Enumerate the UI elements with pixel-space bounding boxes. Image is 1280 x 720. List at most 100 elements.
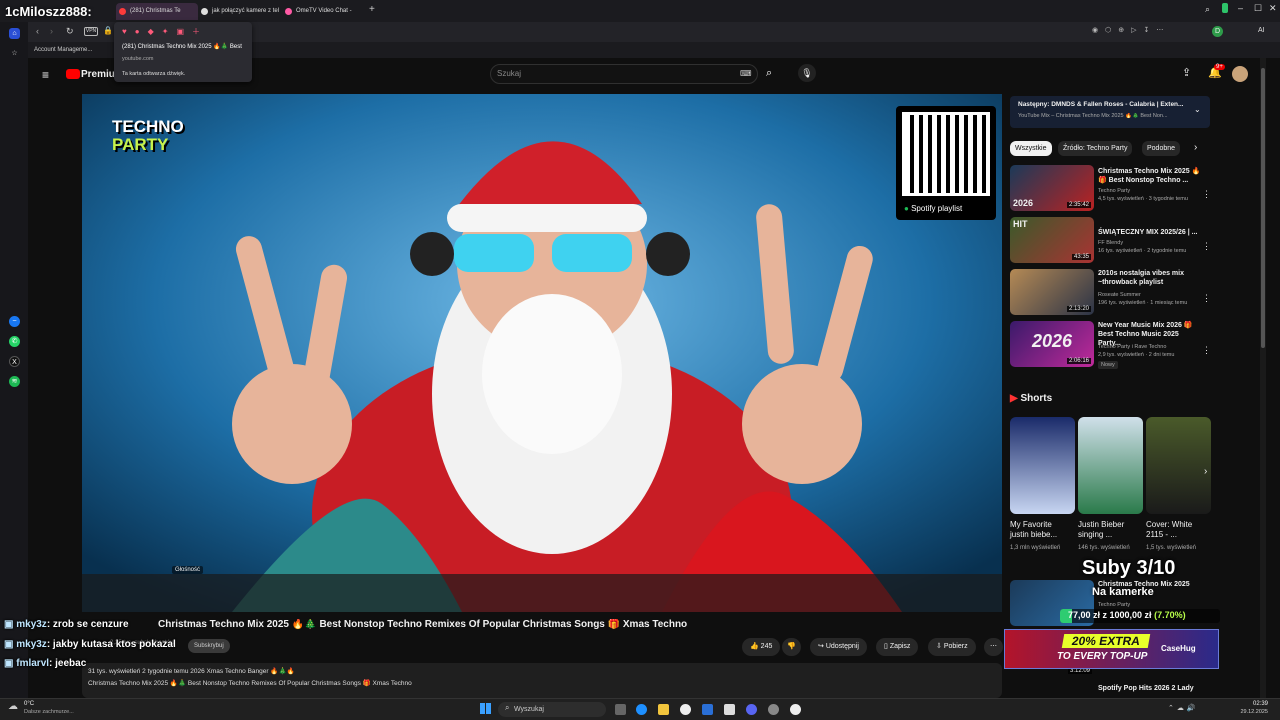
tab-label: jak połączyć kamere z tel [212,8,280,14]
chip-related[interactable]: Podobne [1142,141,1181,156]
short-title-2[interactable]: Justin Bieber singing ... [1078,520,1136,540]
file-explorer-icon[interactable] [658,704,669,715]
search-tabs-icon[interactable]: ⌕ [1205,4,1210,15]
pin-icon[interactable]: ☆ [9,48,20,59]
user-avatar[interactable] [1232,66,1248,82]
weather-desc[interactable]: Dalsze zachmurze... [24,709,74,715]
rec-thumbnail-2[interactable]: HIT 43:35 [1010,217,1094,263]
weather-temp[interactable]: 0°C [24,701,34,707]
maximize-icon[interactable]: ☐ [1254,3,1262,14]
download-button[interactable]: ⇩ Pobierz [928,638,976,656]
upload-icon[interactable]: ⇪ [1182,66,1191,79]
rec-meta-4: 2,9 tys. wyświetleń · 2 dni temu [1098,352,1175,358]
whatsapp-icon[interactable]: ✆ [9,336,20,347]
rec-meta-2: 16 tys. wyświetleń · 2 tygodnie temu [1098,248,1187,254]
short-thumbnail-2[interactable] [1078,417,1143,514]
subscribe-button[interactable]: Subskrybuj [188,639,230,653]
home-icon[interactable]: ⌂ [9,28,20,39]
messenger-icon[interactable]: ~ [9,316,20,327]
minimize-icon[interactable]: – [1238,3,1243,13]
edge-icon[interactable] [636,704,647,715]
voice-search-mic-icon[interactable]: 🎙 [798,64,816,82]
more-actions-icon[interactable]: ⋯ [984,638,1003,656]
rec-thumbnail-4[interactable]: 2026 2:06:16 [1010,321,1094,367]
rec-title-2[interactable]: ŚWIĄTECZNY MIX 2025/26 | ... [1098,228,1202,237]
store-icon[interactable] [702,704,713,715]
keyboard-icon[interactable]: ⌨ [740,69,752,78]
chat-user: fmlarvl [16,658,50,669]
chip-all[interactable]: Wszystkie [1010,141,1052,156]
tab-youtube-active[interactable]: (281) Christmas Te [116,3,198,20]
menu-hamburger-icon[interactable]: ≡ [42,68,49,82]
opera-icon[interactable] [680,704,691,715]
forward-icon[interactable]: › [50,26,53,36]
dislike-button[interactable]: 👎 [782,638,801,656]
rec-title-1[interactable]: Christmas Techno Mix 2025 🔥🎁 Best Nonsto… [1098,167,1202,185]
taskbar-date[interactable]: 29.12.2025 [1228,709,1268,715]
thumbs-down-icon: 👎 [787,643,796,650]
rec-meta-3: 196 tys. wyświetleń · 1 miesiąc temu [1098,300,1188,306]
ometv-favicon-icon [285,8,292,15]
tab-camera-search[interactable]: jak połączyć kamere z tel [198,3,280,20]
video-player[interactable]: TECHNO PARTY ● Spotify playlist Głośność [82,94,1002,612]
discord-icon[interactable] [746,704,757,715]
taskbar-search-input[interactable]: Wyszukaj [498,702,606,717]
youtube-page: ≡ Premium Szukaj ⌨ ⌕ 🎙 ⇪ 🔔 9+ TECHNO PAR… [28,58,1266,698]
chip-source[interactable]: Źródło: Techno Party [1058,141,1133,156]
taskbar-time[interactable]: 02:39 [1228,701,1268,707]
short-title-1[interactable]: My Favorite justin biebe... [1010,520,1068,540]
system-tray-icons[interactable]: ⌃☁🔊 [1168,704,1199,712]
rec-meta-1: 4,5 tys. wyświetleń · 3 tygodnie temu [1098,196,1188,202]
share-button[interactable]: ↪ Udostępnij [810,638,867,656]
next-up-panel[interactable]: Następny: DMNDS & Fallen Roses - Calabri… [1010,96,1210,128]
tab-ometv[interactable]: OmeTV Video Chat - [282,3,364,20]
rec-thumbnail-1[interactable]: 2026 2:35:42 [1010,165,1094,211]
download-icon: ⇩ [936,643,942,650]
description-box[interactable]: 31 tys. wyświetleń 2 tygodnie temu 2026 … [82,663,1002,698]
obs-icon[interactable] [790,704,801,715]
spotify-icon[interactable]: ≋ [9,376,20,387]
app-icon[interactable] [724,704,735,715]
page-scrollbar[interactable] [1260,58,1266,698]
save-button[interactable]: ▯ Zapisz [876,638,919,656]
scrollbar-thumb[interactable] [1261,68,1265,348]
x-twitter-icon[interactable]: X [9,356,20,367]
rec-title-3[interactable]: 2010s nostalgia vibes mix ~throwback pla… [1098,269,1202,287]
profile-avatar-icon[interactable]: D [1212,26,1223,37]
short-thumbnail-1[interactable] [1010,417,1075,514]
task-view-icon[interactable] [615,704,626,715]
description-meta: 31 tys. wyświetleń 2 tygodnie temu 2026 … [88,668,295,675]
extension-indicator-icon [1222,3,1228,13]
casehug-promo-banner[interactable]: 20% EXTRA TO EVERY TOP-UP CaseHug [1004,629,1219,669]
weather-icon[interactable]: ☁ [8,701,18,712]
bookmark-account-manager[interactable]: Account Manageme... [34,47,92,53]
chevron-down-icon[interactable]: ⌄ [1194,105,1201,114]
shorts-next-icon[interactable]: › [1204,466,1207,477]
windows-start-icon[interactable] [480,703,491,714]
chat-badge-icon: ▣ [4,658,14,669]
short-title-3[interactable]: Cover: White 2115 - ... [1146,520,1204,540]
title-part-4: 🎁 Xmas Techno [607,619,688,630]
rec-thumbnail-3[interactable]: 2:13:20 [1010,269,1094,315]
new-tab-plus-icon[interactable]: + [369,4,375,15]
youtube-logo-icon[interactable] [66,69,80,79]
search-input[interactable]: Szukaj [490,64,758,84]
like-button[interactable]: 👍 245 [742,638,781,656]
popup-title: (281) Christmas Techno Mix 2025 🔥🎄 Best [122,44,242,50]
volume-tooltip: Głośność [172,566,204,574]
chevron-right-icon[interactable]: › [1194,142,1197,153]
back-icon[interactable]: ‹ [36,26,39,36]
brand-line-1: TECHNO [112,117,184,136]
settings-gear-icon[interactable] [768,704,779,715]
next-up-title: Następny: DMNDS & Fallen Roses - Calabri… [1018,101,1184,108]
title-part-3: Christmas Songs [522,619,605,630]
close-window-icon[interactable]: ✕ [1269,3,1277,14]
rec-title-6[interactable]: Spotify Pop Hits 2026 2 Lady [1098,684,1202,693]
reload-icon[interactable]: ↻ [66,26,74,37]
short-thumbnail-3[interactable] [1146,417,1211,514]
search-icon[interactable]: ⌕ [766,67,772,80]
donation-goal-text: 77,00 zł z 1000,00 zł (7.70%) [1068,610,1186,620]
ai-button[interactable]: AI [1258,27,1265,34]
rec-menu-icons[interactable]: ⋮ ⋮ ⋮ ⋮ [1202,168,1211,376]
vpn-badge-icon[interactable]: VPN [84,27,98,36]
